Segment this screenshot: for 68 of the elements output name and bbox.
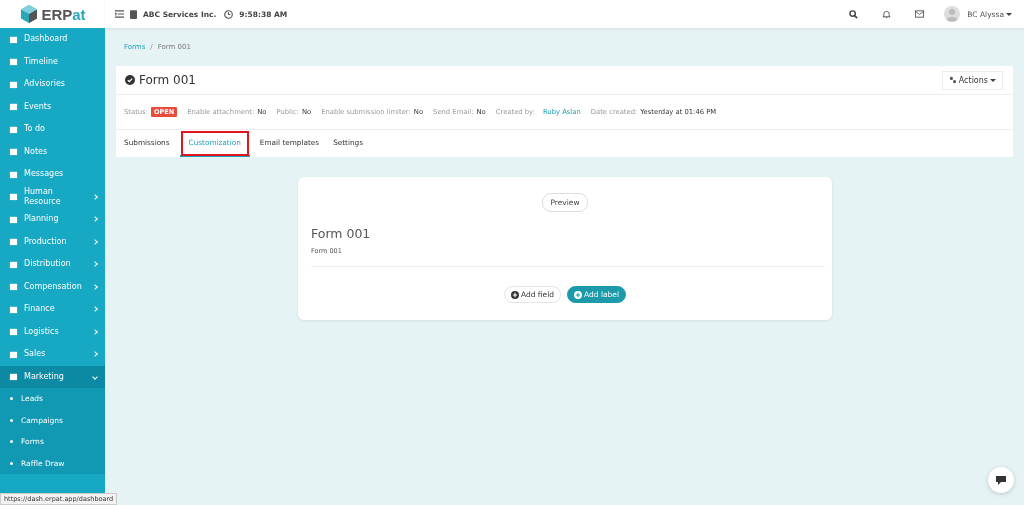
sidebar-item[interactable]: Advisories <box>0 73 105 96</box>
sidebar-item[interactable]: Finance <box>0 298 105 321</box>
sidebar-item-label: Events <box>24 101 53 112</box>
logo-text: ERPat <box>41 5 86 23</box>
bullet-icon <box>10 397 13 401</box>
sidebar-item[interactable]: Messages <box>0 163 105 186</box>
chat-icon <box>995 474 1007 486</box>
menu-item-icon <box>9 147 18 157</box>
sidebar-item-label: Sales <box>24 349 47 360</box>
sidebar-item-label: Messages <box>24 169 65 180</box>
sidebar-item[interactable]: Dashboard <box>0 28 105 51</box>
menu-item-icon <box>9 237 18 247</box>
menu-item-icon <box>9 282 18 292</box>
form-title: Form 001 <box>139 73 196 87</box>
menu-item-icon <box>9 259 18 269</box>
bell-icon[interactable] <box>882 9 892 19</box>
menu-item-icon <box>9 214 18 224</box>
caret-icon <box>990 78 996 82</box>
menu-item-icon <box>9 79 18 89</box>
mail-icon[interactable] <box>915 10 925 18</box>
menu-item-icon <box>9 102 18 112</box>
sidebar-item-label: Distribution <box>24 259 72 270</box>
menu-item-icon <box>9 34 18 44</box>
sidebar-item[interactable]: Production <box>0 230 105 253</box>
sidebar-item-label: Human Resource <box>24 186 62 207</box>
bullet-icon <box>10 418 13 422</box>
caret-icon <box>1006 12 1012 16</box>
sidebar-item[interactable]: Marketing <box>0 365 105 388</box>
menu-item-icon <box>9 304 18 314</box>
sidebar-item[interactable]: Planning <box>0 208 105 231</box>
menu-item-icon <box>9 57 18 67</box>
building-icon <box>130 9 137 19</box>
sidebar-item-label: Dashboard <box>24 34 69 45</box>
search-icon[interactable] <box>849 9 859 19</box>
sidebar-item-label: Timeline <box>24 56 59 67</box>
sidebar-item[interactable]: Distribution <box>0 253 105 276</box>
sidebar-item[interactable]: Sales <box>0 343 105 366</box>
sidebar-item[interactable]: Timeline <box>0 50 105 73</box>
menu-item-icon <box>9 169 18 179</box>
chat-button[interactable] <box>988 467 1014 493</box>
bullet-icon <box>10 461 13 465</box>
sidebar-item[interactable]: To do <box>0 118 105 141</box>
sidebar-item[interactable]: Logistics <box>0 320 105 343</box>
sidebar-item[interactable]: Notes <box>0 140 105 163</box>
sidebar-item-label: Advisories <box>24 79 67 90</box>
sidebar-item-label: Production <box>24 236 68 247</box>
sidebar-item-label: Logistics <box>24 326 60 337</box>
sidebar-item[interactable]: Compensation <box>0 275 105 298</box>
sidebar-item-label: Planning <box>24 214 60 225</box>
sidebar-item[interactable]: Events <box>0 95 105 118</box>
menu-item-icon <box>9 192 18 202</box>
sidebar-item-label: Marketing <box>24 371 65 382</box>
menu-item-icon <box>9 349 18 359</box>
sidebar-item-label: Finance <box>24 304 56 315</box>
menu-icon[interactable] <box>115 10 124 18</box>
menu-item-icon <box>9 124 18 134</box>
form-title: Form 001 <box>311 226 372 241</box>
menu-item-icon <box>9 372 18 382</box>
sidebar-item-label: Notes <box>24 146 49 157</box>
menu-item-icon <box>9 327 18 337</box>
sidebar-item-label: Compensation <box>24 281 83 292</box>
clock-icon <box>224 9 234 19</box>
sidebar-item[interactable]: Human Resource <box>0 185 105 208</box>
actions-button[interactable]: Actions <box>941 70 1003 90</box>
check-circle-icon <box>125 75 135 85</box>
sidebar-item-label: To do <box>24 124 46 135</box>
cube-logo-icon <box>19 4 40 24</box>
bullet-icon <box>10 440 13 444</box>
